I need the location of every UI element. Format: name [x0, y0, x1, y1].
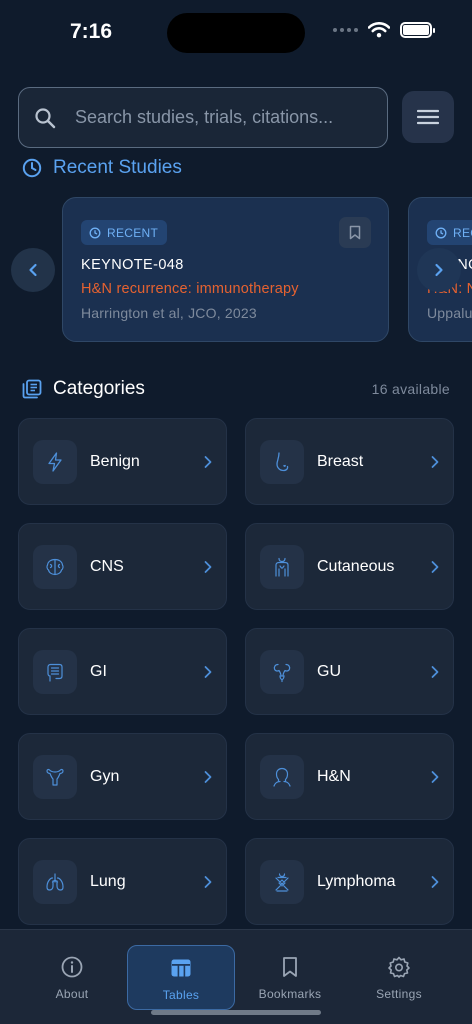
lungs-icon	[33, 860, 77, 904]
category-label: Lymphoma	[317, 873, 396, 890]
brain-icon	[33, 545, 77, 589]
tab-label: About	[55, 987, 89, 1001]
signal-icon	[333, 28, 358, 32]
info-icon	[61, 956, 83, 978]
categories-title: Categories	[53, 378, 145, 399]
dynamic-island	[167, 13, 305, 53]
intestine-icon	[33, 650, 77, 694]
badge-label: REC	[453, 225, 472, 240]
category-card-benign[interactable]: Benign	[18, 418, 227, 505]
tab-about[interactable]: About	[18, 945, 126, 1010]
carousel-next-button[interactable]	[417, 248, 461, 292]
category-label: Lung	[90, 873, 126, 890]
gear-icon	[388, 956, 410, 978]
lightning-icon	[33, 440, 77, 484]
category-label: Benign	[90, 453, 140, 470]
tab-label: Settings	[376, 987, 422, 1001]
recent-studies-title: Recent Studies	[53, 157, 182, 178]
recent-badge: REC	[427, 220, 472, 245]
search-icon	[35, 107, 56, 128]
category-card-cutaneous[interactable]: Cutaneous	[245, 523, 454, 610]
category-card-lymphoma[interactable]: Lymphoma	[245, 838, 454, 925]
chevron-right-icon	[431, 771, 439, 783]
clock-icon	[89, 227, 101, 238]
body-icon	[260, 545, 304, 589]
category-label: H&N	[317, 768, 351, 785]
chevron-right-icon	[435, 263, 443, 277]
category-card-breast[interactable]: Breast	[245, 418, 454, 505]
chevron-right-icon	[204, 876, 212, 888]
recent-studies-header: Recent Studies	[22, 157, 182, 179]
category-card-cns[interactable]: CNS	[18, 523, 227, 610]
lymph-icon	[260, 860, 304, 904]
study-citation: Uppalu	[427, 305, 472, 321]
uterus-icon	[33, 755, 77, 799]
bookmark-icon	[349, 225, 361, 240]
status-time: 7:16	[70, 20, 113, 43]
chevron-right-icon	[204, 456, 212, 468]
search-bar[interactable]	[18, 87, 388, 148]
carousel-prev-button[interactable]	[11, 248, 55, 292]
tab-tables[interactable]: Tables	[127, 945, 235, 1010]
badge-label: RECENT	[107, 225, 159, 240]
breast-icon	[260, 440, 304, 484]
chevron-right-icon	[431, 876, 439, 888]
table-icon	[171, 959, 191, 977]
category-label: Breast	[317, 453, 364, 470]
tab-label: Bookmarks	[258, 987, 322, 1001]
categories-count: 16 available	[371, 381, 450, 397]
category-label: Gyn	[90, 768, 120, 785]
battery-icon	[400, 22, 435, 38]
category-label: Cutaneous	[317, 558, 395, 575]
status-icons	[333, 22, 435, 38]
categories-header: Categories 16 available	[22, 377, 450, 401]
home-indicator[interactable]	[151, 1010, 321, 1015]
category-card-hn[interactable]: H&N	[245, 733, 454, 820]
study-title: KEYNOTE-048	[81, 257, 184, 273]
head-icon	[260, 755, 304, 799]
recent-badge: RECENT	[81, 220, 168, 245]
study-card[interactable]: RECENT KEYNOTE-048 H&N recurrence: immun…	[62, 197, 389, 342]
chevron-right-icon	[204, 561, 212, 573]
chevron-right-icon	[431, 666, 439, 678]
wifi-icon	[368, 22, 390, 38]
category-card-gu[interactable]: GU	[245, 628, 454, 715]
category-label: CNS	[90, 558, 124, 575]
clock-icon	[22, 158, 42, 178]
clock-icon	[435, 227, 447, 238]
category-label: GU	[317, 663, 341, 680]
study-citation: Harrington et al, JCO, 2023	[81, 305, 257, 321]
chevron-right-icon	[204, 666, 212, 678]
catalog-icon	[22, 379, 42, 399]
chevron-right-icon	[431, 456, 439, 468]
chevron-right-icon	[204, 771, 212, 783]
category-card-gi[interactable]: GI	[18, 628, 227, 715]
status-bar: 7:16	[0, 0, 472, 64]
chevron-right-icon	[431, 561, 439, 573]
search-input[interactable]	[75, 107, 387, 128]
kidney-icon	[260, 650, 304, 694]
category-card-gyn[interactable]: Gyn	[18, 733, 227, 820]
tab-bookmarks[interactable]: Bookmarks	[236, 945, 344, 1010]
category-card-lung[interactable]: Lung	[18, 838, 227, 925]
category-label: GI	[90, 663, 107, 680]
chevron-left-icon	[29, 263, 37, 277]
hamburger-icon	[417, 109, 439, 125]
bookmark-button[interactable]	[339, 217, 371, 248]
bookmark-icon	[283, 957, 297, 977]
study-subtitle: H&N recurrence: immunotherapy	[81, 281, 299, 297]
tab-label: Tables	[162, 988, 200, 1002]
tab-settings[interactable]: Settings	[345, 945, 453, 1010]
menu-button[interactable]	[402, 91, 454, 143]
tab-bar: About Tables Bookmarks Settings	[0, 929, 472, 1024]
recent-carousel[interactable]: RECENT KEYNOTE-048 H&N recurrence: immun…	[0, 196, 472, 344]
